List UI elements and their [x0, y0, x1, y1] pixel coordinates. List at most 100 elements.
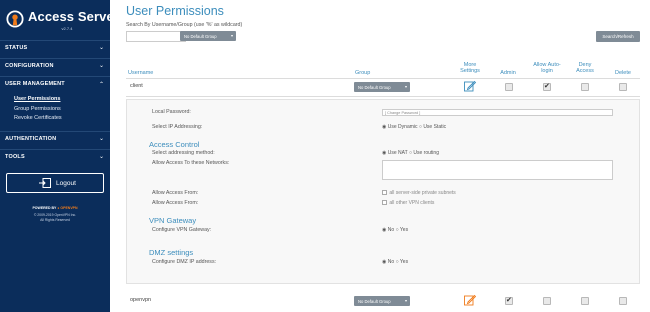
- column-header-deny-access[interactable]: Deny Access: [573, 62, 597, 74]
- row-group-value: No Default Group: [358, 299, 391, 304]
- delete-checkbox[interactable]: [619, 297, 627, 305]
- radio-selected-icon: ◉: [382, 259, 387, 265]
- chevron-down-icon: ⌄: [98, 63, 104, 69]
- allow-access-networks-label: Allow Access To these Networks:: [152, 160, 230, 166]
- app-window: Access Server v2.7.4 STATUS ⌄ CONFIGURAT…: [0, 0, 650, 312]
- access-control-heading: Access Control: [149, 140, 200, 149]
- radio-unselected-icon: ○: [418, 124, 422, 130]
- powered-by-label: POWERED BY: [32, 206, 57, 210]
- caret-down-icon: ▾: [230, 33, 233, 38]
- gateway-radio-group[interactable]: ◉ No ○ Yes: [382, 227, 408, 233]
- dmz-radio-group[interactable]: ◉ No ○ Yes: [382, 259, 408, 265]
- nav-section-status[interactable]: STATUS ⌄: [0, 40, 110, 56]
- nav-section-configuration[interactable]: CONFIGURATION ⌄: [0, 58, 110, 74]
- allow-access-networks-textarea[interactable]: [382, 160, 613, 180]
- allow-access-from-label: Allow Access From:: [152, 200, 199, 206]
- sidebar-item-user-permissions[interactable]: User Permissions: [14, 96, 60, 102]
- copyright-line: © 2009-2019 OpenVPN Inc.: [33, 213, 77, 217]
- ip-addressing-radio-group[interactable]: ◉ Use Dynamic ○ Use Static: [382, 124, 446, 130]
- addr-option-routing: Use routing: [413, 150, 439, 156]
- radio-unselected-icon: ○: [408, 150, 413, 156]
- group-filter-select[interactable]: No Default Group ▾: [180, 31, 236, 41]
- brand-title: Access Server: [28, 9, 119, 24]
- caret-down-icon: ▾: [404, 84, 407, 89]
- edit-settings-icon[interactable]: [464, 294, 476, 306]
- column-header-username[interactable]: Username: [128, 70, 153, 76]
- radio-selected-icon: ◉: [382, 124, 387, 130]
- local-password-label: Local Password:: [152, 109, 191, 115]
- copyright-line: All Rights Reserved: [40, 218, 70, 222]
- addr-option-nat: Use NAT: [387, 150, 408, 156]
- subnets-checkbox[interactable]: all server-side private subnets: [382, 190, 456, 196]
- column-header-delete: Delete: [615, 70, 631, 76]
- gateway-option-yes: Yes: [399, 227, 409, 233]
- sidebar-item-revoke-certificates[interactable]: Revoke Certificates: [14, 115, 62, 121]
- dmz-option-yes: Yes: [399, 259, 409, 265]
- column-header-group[interactable]: Group: [355, 70, 370, 76]
- addressing-method-label: Select addressing method:: [152, 150, 215, 156]
- sidebar-item-group-permissions[interactable]: Group Permissions: [14, 106, 61, 112]
- clients-option-label: all other VPN clients: [389, 200, 435, 206]
- row-group-value: No Default Group: [358, 85, 391, 90]
- autologin-checkbox[interactable]: [543, 297, 551, 305]
- page-title: User Permissions: [126, 4, 224, 18]
- deny-access-checkbox[interactable]: [581, 297, 589, 305]
- username-cell: client: [130, 83, 143, 89]
- radio-unselected-icon: ○: [395, 259, 399, 265]
- chevron-down-icon: ⌄: [98, 45, 104, 51]
- configure-gateway-label: Configure VPN Gateway:: [152, 227, 212, 233]
- nav-section-label: AUTHENTICATION: [5, 136, 57, 142]
- radio-unselected-icon: ○: [395, 227, 399, 233]
- row-group-select[interactable]: No Default Group ▾: [354, 82, 410, 92]
- local-password-input[interactable]: [ Change Password ]: [382, 109, 613, 116]
- checkbox-icon: [382, 200, 387, 205]
- admin-checkbox[interactable]: [505, 83, 513, 91]
- dmz-option-no: No: [387, 259, 395, 265]
- table-header-divider: [126, 78, 640, 79]
- sidebar: Access Server v2.7.4 STATUS ⌄ CONFIGURAT…: [0, 0, 119, 312]
- row-group-select[interactable]: No Default Group ▾: [354, 296, 410, 306]
- nav-section-authentication[interactable]: AUTHENTICATION ⌄: [0, 131, 110, 147]
- version-label: v2.7.4: [61, 26, 73, 31]
- nav-section-label: USER MANAGEMENT: [5, 81, 65, 87]
- vpn-clients-checkbox[interactable]: all other VPN clients: [382, 200, 434, 206]
- deny-access-checkbox[interactable]: [581, 83, 589, 91]
- admin-checkbox[interactable]: [505, 296, 513, 305]
- nav-section-tools[interactable]: TOOLS ⌄: [0, 149, 110, 165]
- delete-checkbox[interactable]: [619, 83, 627, 91]
- chevron-down-icon: ⌄: [98, 136, 104, 142]
- powered-by: POWERED BY ● OPENVPN: [0, 206, 110, 210]
- checkbox-icon: [382, 190, 387, 195]
- caret-down-icon: ▾: [404, 298, 407, 303]
- username-cell: openvpn: [130, 297, 152, 303]
- powered-by-brand: OPENVPN: [60, 206, 78, 210]
- nav-section-label: CONFIGURATION: [5, 63, 54, 69]
- column-header-allow-autologin[interactable]: Allow Auto-login: [533, 62, 561, 74]
- edit-settings-icon[interactable]: [464, 80, 476, 92]
- ip-option-static: Use Static: [423, 124, 447, 130]
- subnets-option-label: all server-side private subnets: [389, 190, 456, 196]
- row-divider: [126, 96, 640, 97]
- ip-option-dynamic: Use Dynamic: [387, 124, 418, 130]
- radio-selected-icon: ◉: [382, 227, 387, 233]
- logout-icon: [39, 178, 51, 188]
- nav-section-label: STATUS: [5, 45, 28, 51]
- vpn-gateway-heading: VPN Gateway: [149, 216, 197, 225]
- dmz-settings-heading: DMZ settings: [149, 248, 194, 257]
- logout-label: Logout: [56, 180, 76, 187]
- nav-section-label: TOOLS: [5, 154, 25, 160]
- configure-dmz-label: Configure DMZ IP address:: [152, 259, 217, 265]
- group-filter-value: No Default Group: [184, 34, 217, 39]
- search-input[interactable]: [126, 31, 186, 42]
- openvpn-logo-icon: [6, 10, 24, 28]
- addressing-method-radio-group[interactable]: ◉ Use NAT ○ Use routing: [382, 150, 439, 156]
- column-header-admin[interactable]: Admin: [498, 70, 518, 76]
- autologin-checkbox[interactable]: [543, 82, 551, 91]
- logout-button[interactable]: Logout: [6, 173, 104, 193]
- radio-selected-icon: ◉: [382, 150, 387, 156]
- gateway-option-no: No: [387, 227, 395, 233]
- chevron-up-icon: ⌃: [98, 82, 104, 88]
- nav-section-user-management[interactable]: USER MANAGEMENT ⌃: [0, 76, 110, 92]
- chevron-down-icon: ⌄: [98, 154, 104, 160]
- search-refresh-button[interactable]: Search/Refresh: [596, 31, 640, 42]
